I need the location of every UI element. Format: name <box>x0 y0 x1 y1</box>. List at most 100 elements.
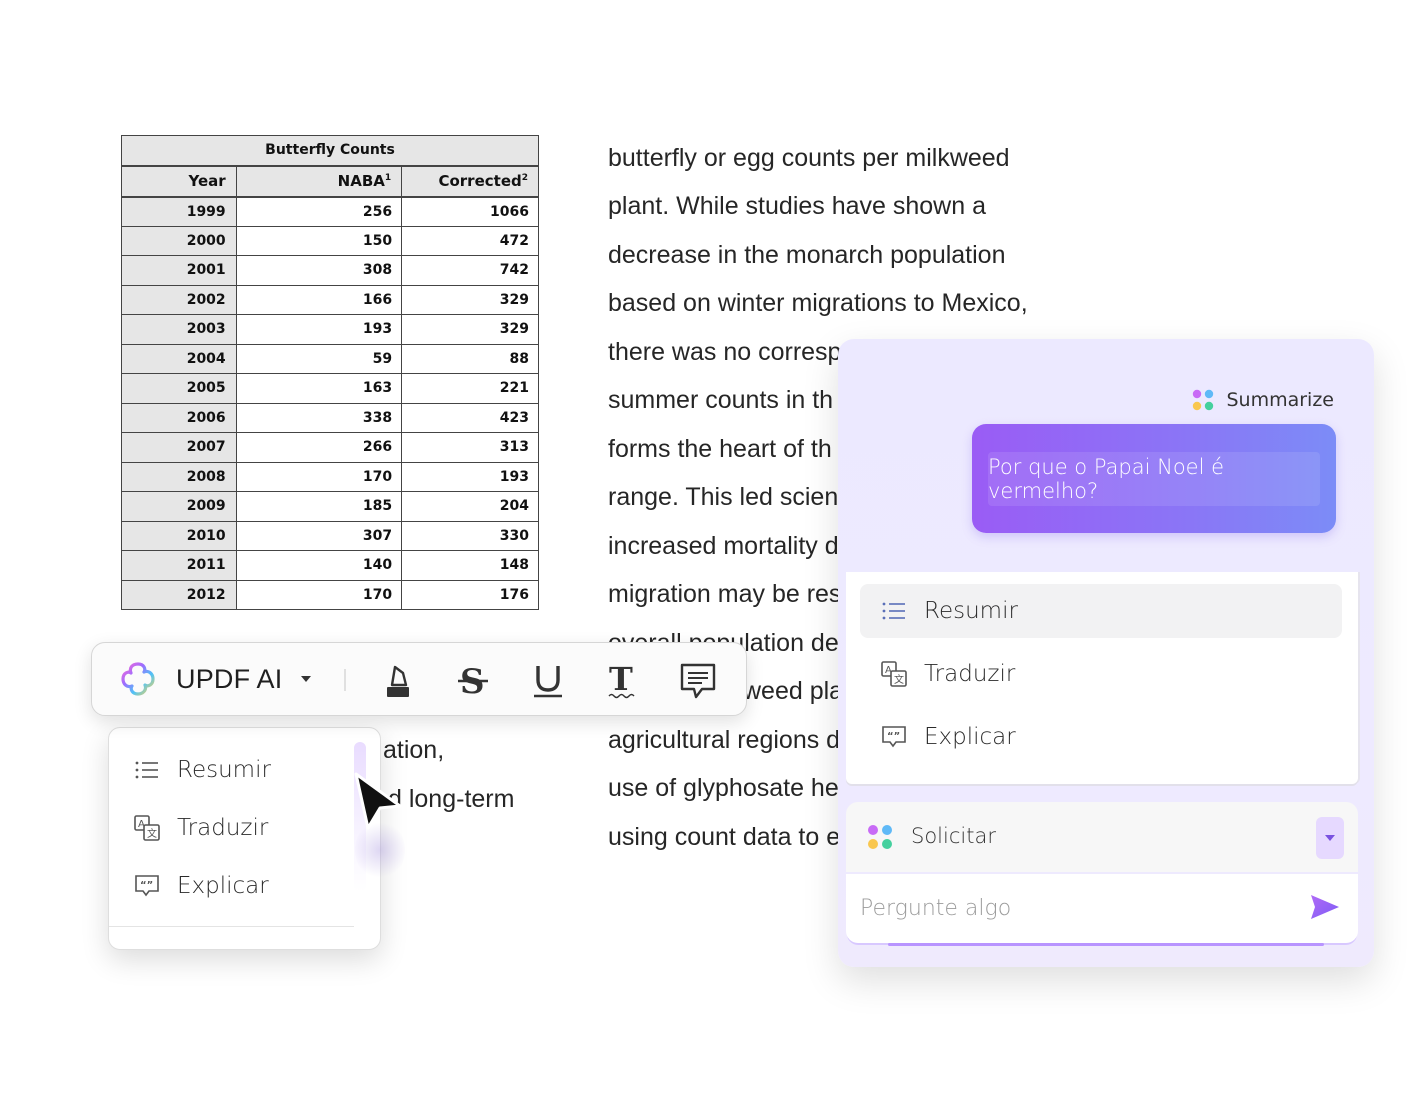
naba-cell: 170 <box>235 579 403 610</box>
highlight-tool-button[interactable] <box>376 659 420 703</box>
paragraph-line: use of glyphosate he <box>608 774 839 802</box>
naba-cell: 166 <box>235 284 403 315</box>
table-row: 2007 266 313 <box>121 432 539 463</box>
menu-item-traduzir[interactable]: A文 Traduzir <box>880 654 1015 694</box>
corrected-cell: 329 <box>401 314 539 345</box>
table-title: Butterfly Counts <box>121 135 539 167</box>
menu-item-traduzir[interactable]: A文 Traduzir <box>133 808 268 848</box>
caret-down-icon <box>1324 834 1336 842</box>
paragraph-line: using count data to e <box>608 823 841 851</box>
updf-ai-logo-icon <box>120 661 156 697</box>
menu-item-explicar[interactable]: “” Explicar <box>880 717 1016 757</box>
caret-down-icon <box>300 670 312 688</box>
paragraph-fragment: ation, <box>383 736 445 764</box>
table-row: 2006 338 423 <box>121 402 539 433</box>
corrected-cell: 313 <box>401 432 539 463</box>
explain-icon: “” <box>880 723 908 751</box>
menu-item-label: Explicar <box>177 873 269 899</box>
table-row: 2012 170 176 <box>121 579 539 610</box>
mode-label: Solicitar <box>911 824 996 848</box>
strikethrough-tool-button[interactable]: S <box>451 659 495 703</box>
table-row: 2008 170 193 <box>121 461 539 492</box>
paragraph-line: agricultural regions d <box>608 726 841 754</box>
year-cell: 2001 <box>121 255 237 286</box>
mode-selector[interactable]: Solicitar <box>846 802 1358 872</box>
svg-text:“”: “” <box>140 880 153 891</box>
input-focus-underline <box>888 943 1324 946</box>
corrected-cell: 742 <box>401 255 539 286</box>
table-row: 2009 185 204 <box>121 491 539 522</box>
year-cell: 2008 <box>121 461 237 492</box>
ai-dropdown-menu: Resumir A文 Traduzir “” Explicar <box>108 727 381 950</box>
corrected-cell: 1066 <box>401 196 539 227</box>
mode-dropdown-button[interactable] <box>1316 817 1344 859</box>
ask-input[interactable] <box>860 890 1290 926</box>
corrected-cell: 423 <box>401 402 539 433</box>
naba-cell: 307 <box>235 520 403 551</box>
svg-text:T: T <box>609 662 633 698</box>
ai-dots-icon <box>1192 389 1214 411</box>
year-cell: 2011 <box>121 550 237 581</box>
naba-cell: 266 <box>235 432 403 463</box>
comment-icon <box>680 663 716 699</box>
corrected-cell: 148 <box>401 550 539 581</box>
butterfly-counts-table: Butterfly Counts Year NABA1 Corrected2 199… <box>121 135 539 610</box>
mouse-pointer-icon <box>352 770 408 834</box>
toolbar-divider <box>344 669 346 691</box>
send-button[interactable] <box>1310 894 1344 924</box>
user-prompt-bubble: Por que o Papai Noel é vermelho? <box>972 424 1336 533</box>
paragraph-line: decrease in the monarch population <box>608 241 1006 269</box>
year-cell: 2006 <box>121 402 237 433</box>
year-cell: 2012 <box>121 579 237 610</box>
naba-cell: 150 <box>235 225 403 256</box>
year-cell: 2000 <box>121 225 237 256</box>
ai-dots-icon <box>867 824 893 855</box>
year-cell: 2010 <box>121 520 237 551</box>
paragraph-line: plant. While studies have shown a <box>608 192 986 220</box>
naba-cell: 193 <box>235 314 403 345</box>
corrected-cell: 204 <box>401 491 539 522</box>
svg-text:文: 文 <box>147 827 157 840</box>
translate-icon: A文 <box>880 660 908 688</box>
list-icon <box>133 756 161 784</box>
ai-action-menu: Resumir A文 Traduzir “” Explicar <box>846 572 1358 784</box>
table-row: 1999 256 1066 <box>121 196 539 227</box>
comment-tool-button[interactable] <box>676 659 720 703</box>
paragraph-line: weed pla <box>743 677 844 705</box>
svg-text:文: 文 <box>894 673 904 686</box>
send-icon <box>1310 894 1344 920</box>
table-row: 2005 163 221 <box>121 373 539 404</box>
annotation-toolbar: UPDF AI S T <box>91 642 747 716</box>
ask-box <box>846 874 1358 946</box>
table-row: 2001 308 742 <box>121 255 539 286</box>
updf-ai-button[interactable]: UPDF AI <box>120 661 312 697</box>
menu-item-explicar[interactable]: “” Explicar <box>133 866 269 906</box>
prompt-text: Por que o Papai Noel é vermelho? <box>988 455 1225 503</box>
naba-cell: 59 <box>235 343 403 374</box>
naba-cell: 185 <box>235 491 403 522</box>
strikethrough-icon: S <box>457 663 489 699</box>
paragraph-line: there was no corresp <box>608 338 842 366</box>
naba-cell: 308 <box>235 255 403 286</box>
list-icon <box>880 597 908 625</box>
table-row: 2010 307 330 <box>121 520 539 551</box>
menu-item-resumir[interactable]: Resumir <box>880 591 1018 631</box>
corrected-cell: 472 <box>401 225 539 256</box>
year-cell: 1999 <box>121 196 237 227</box>
underline-tool-button[interactable] <box>526 659 570 703</box>
corrected-cell: 88 <box>401 343 539 374</box>
naba-cell: 338 <box>235 402 403 433</box>
menu-item-label: Traduzir <box>177 815 269 841</box>
year-cell: 2004 <box>121 343 237 374</box>
column-header: NABA1 <box>235 165 403 198</box>
paragraph-line: forms the heart of th <box>608 435 832 463</box>
year-cell: 2003 <box>121 314 237 345</box>
menu-item-resumir[interactable]: Resumir <box>133 750 271 790</box>
highlighter-icon <box>382 663 414 699</box>
year-cell: 2005 <box>121 373 237 404</box>
paragraph-line: increased mortality d <box>608 532 839 560</box>
menu-item-label: Traduzir <box>924 661 1016 687</box>
text-tool-button[interactable]: T <box>600 659 644 703</box>
paragraph-line: summer counts in th <box>608 386 834 414</box>
divider <box>109 925 354 927</box>
